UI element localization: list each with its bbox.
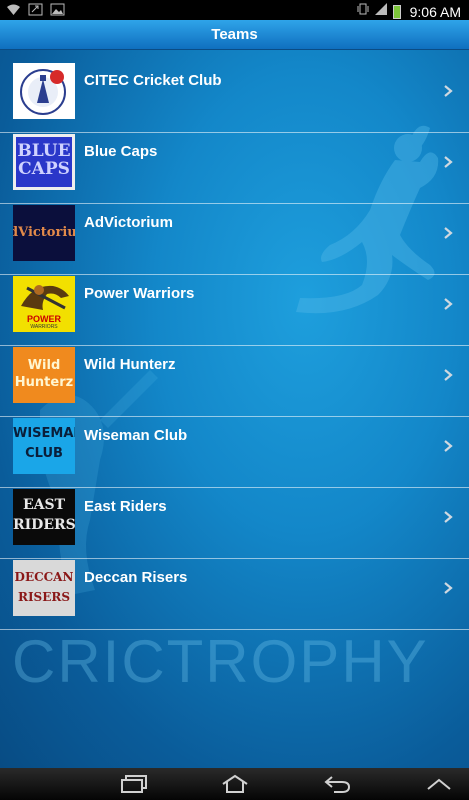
chevron-right-icon xyxy=(444,440,453,452)
logo-line-1: DECCAN xyxy=(14,570,74,584)
team-row-blue-caps[interactable]: BLUE CAPS Blue Caps xyxy=(0,133,469,204)
logo-line-2: CAPS xyxy=(18,159,70,179)
system-nav-bar xyxy=(0,768,469,800)
menu-up-icon xyxy=(427,778,451,790)
logo-line-2: RIDERS xyxy=(13,517,75,533)
battery-icon xyxy=(392,4,401,19)
team-logo-wild-hunterz: Wild Hunterz xyxy=(13,347,75,403)
team-logo-east-riders: EAST RIDERS xyxy=(13,489,75,545)
back-button[interactable] xyxy=(320,772,354,796)
home-icon xyxy=(222,774,248,793)
page-title: Teams xyxy=(0,20,469,50)
signal-icon xyxy=(374,2,388,21)
team-row-deccan-risers[interactable]: DECCAN RISERS Deccan Risers xyxy=(0,559,469,630)
usb-icon xyxy=(28,2,43,16)
chevron-right-icon xyxy=(444,85,453,97)
status-time: 9:06 AM xyxy=(409,3,461,20)
logo-line-2: CLUB xyxy=(25,446,63,461)
menu-button[interactable] xyxy=(422,772,456,796)
chevron-right-icon xyxy=(444,369,453,381)
logo-line-2: RISERS xyxy=(17,590,71,604)
team-logo-wiseman-club: WISEMAN CLUB xyxy=(13,418,75,474)
team-logo-deccan-risers: DECCAN RISERS xyxy=(13,560,75,616)
home-button[interactable] xyxy=(218,772,252,796)
team-name: Power Warriors xyxy=(84,285,195,302)
team-row-citec[interactable]: CITEC Cricket Club xyxy=(0,62,469,133)
watermark-text: CRICTROPHY xyxy=(12,628,429,695)
chevron-right-icon xyxy=(444,511,453,523)
team-name: AdVictorium xyxy=(84,214,173,231)
chevron-right-icon xyxy=(444,582,453,594)
team-row-advictorium[interactable]: dVictoriu AdVictorium xyxy=(0,204,469,275)
team-name: Blue Caps xyxy=(84,143,158,160)
team-logo-blue-caps: BLUE CAPS xyxy=(13,134,75,190)
team-logo-advictorium: dVictoriu xyxy=(13,205,75,261)
logo-text: POWER xyxy=(26,314,61,324)
logo-text: dVictoriu xyxy=(13,225,75,240)
team-row-wiseman-club[interactable]: WISEMAN CLUB Wiseman Club xyxy=(0,417,469,488)
image-icon xyxy=(50,2,65,16)
team-row-wild-hunterz[interactable]: Wild Hunterz Wild Hunterz xyxy=(0,346,469,417)
teams-content: CRICTROPHY CITEC Cricket Club BLUE CAPS … xyxy=(0,50,469,768)
logo-subtext: WARRIORS xyxy=(30,324,58,330)
logo-line-1: BLUE xyxy=(17,141,71,161)
logo-line-2: Hunterz xyxy=(14,375,74,390)
team-name: Deccan Risers xyxy=(84,569,188,586)
recent-apps-icon xyxy=(121,775,147,793)
wifi-icon xyxy=(6,2,21,16)
chevron-right-icon xyxy=(444,227,453,239)
team-row-east-riders[interactable]: EAST RIDERS East Riders xyxy=(0,488,469,559)
logo-line-1: WISEMAN xyxy=(13,426,75,441)
team-name: East Riders xyxy=(84,498,167,515)
team-list: CITEC Cricket Club BLUE CAPS Blue Caps d… xyxy=(0,62,469,630)
recent-apps-button[interactable] xyxy=(116,772,150,796)
warrior-icon xyxy=(21,285,69,310)
team-row-power-warriors[interactable]: POWER WARRIORS Power Warriors xyxy=(0,275,469,346)
chevron-right-icon xyxy=(444,156,453,168)
logo-line-1: Wild xyxy=(27,358,61,373)
team-logo-citec xyxy=(13,63,75,119)
chevron-right-icon xyxy=(444,298,453,310)
vibrate-icon xyxy=(357,2,369,21)
logo-line-1: EAST xyxy=(22,497,66,513)
team-logo-power-warriors: POWER WARRIORS xyxy=(13,276,75,332)
status-bar: 9:06 AM xyxy=(0,0,469,20)
back-icon xyxy=(324,776,351,793)
team-name: Wild Hunterz xyxy=(84,356,176,373)
team-name: CITEC Cricket Club xyxy=(84,72,222,89)
team-name: Wiseman Club xyxy=(84,427,188,444)
